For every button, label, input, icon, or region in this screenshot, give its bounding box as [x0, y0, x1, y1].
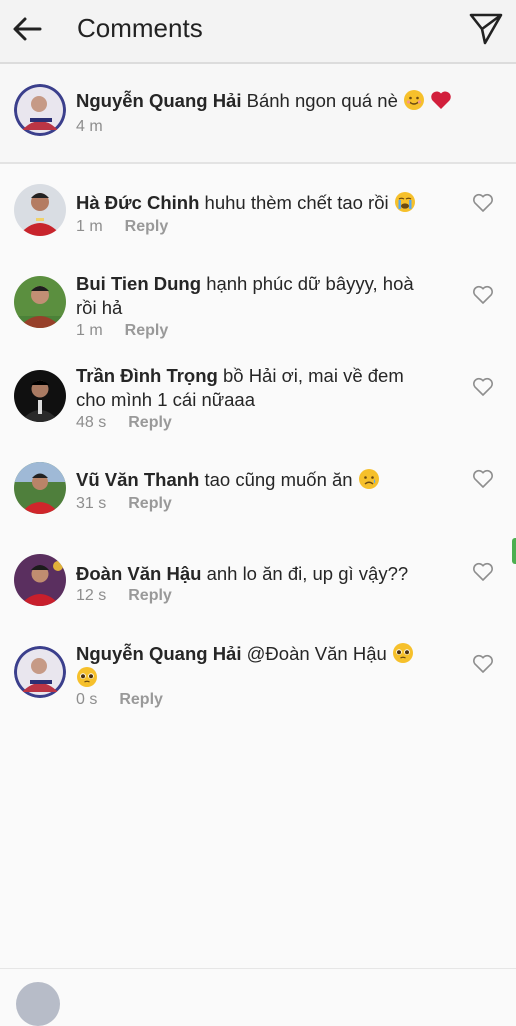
comment-time: 1 m: [76, 218, 103, 235]
smiling-face-emoji-icon: [404, 90, 425, 110]
comment-body: anh lo ăn đi, up gì vậy??: [206, 563, 409, 584]
caption-section: Nguyễn Quang Hải Bánh ngon quá nè 4 m: [0, 64, 516, 164]
comment-username[interactable]: Đoàn Văn Hậu: [76, 563, 201, 584]
back-arrow-icon[interactable]: [10, 12, 44, 46]
comment-text: Nguyễn Quang Hải @Đoàn Văn Hậu: [76, 642, 456, 690]
avatar[interactable]: [14, 276, 66, 328]
heart-outline-icon[interactable]: [472, 469, 494, 489]
avatar[interactable]: [14, 554, 66, 606]
comment-body: hạnh phúc dữ bâyyy, hoà: [206, 273, 414, 294]
caption-text: Nguyễn Quang Hải Bánh ngon quá nè: [76, 89, 452, 113]
reply-button[interactable]: Reply: [125, 322, 169, 339]
caption-time: 4 m: [76, 118, 103, 135]
paper-plane-icon[interactable]: [468, 10, 504, 46]
reply-button[interactable]: Reply: [128, 414, 172, 431]
comment-meta: 12 s Reply: [76, 587, 172, 605]
comment-text: Vũ Văn Thanh tao cũng muốn ăn: [76, 468, 456, 492]
comment-username[interactable]: Vũ Văn Thanh: [76, 469, 199, 490]
comment-time: 1 m: [76, 322, 103, 339]
red-heart-emoji-icon: [431, 91, 451, 109]
heart-outline-icon[interactable]: [472, 377, 494, 397]
comment-body: tao cũng muốn ăn: [204, 469, 353, 490]
comment-text: Đoàn Văn Hậu anh lo ăn đi, up gì vậy??: [76, 562, 456, 586]
comment-text: Bui Tien Dung hạnh phúc dữ bâyyy, hoà rồ…: [76, 272, 456, 320]
comment-meta: 31 s Reply: [76, 495, 172, 513]
comment-text: Hà Đức Chinh huhu thèm chết tao rồi: [76, 191, 456, 215]
comment-username[interactable]: Trần Đình Trọng: [76, 365, 218, 386]
avatar[interactable]: [14, 462, 66, 514]
avatar[interactable]: [14, 646, 66, 698]
comment-body: huhu thèm chết tao rồi: [204, 192, 389, 213]
reply-button[interactable]: Reply: [128, 495, 172, 512]
comment-username[interactable]: Hà Đức Chinh: [76, 192, 199, 213]
reply-button[interactable]: Reply: [119, 691, 163, 708]
page-title: Comments: [77, 13, 203, 43]
comment-username[interactable]: Nguyễn Quang Hải: [76, 643, 242, 664]
comment-time: 48 s: [76, 414, 107, 431]
heart-outline-icon[interactable]: [472, 562, 494, 582]
comment-meta: 0 s Reply: [76, 691, 163, 709]
heart-outline-icon[interactable]: [472, 285, 494, 305]
caption-username[interactable]: Nguyễn Quang Hải: [76, 90, 242, 111]
comment-body-line2: rồi hả: [76, 297, 123, 318]
reply-button[interactable]: Reply: [128, 587, 172, 604]
comment-time: 0 s: [76, 691, 98, 708]
comment-body-line2: cho mình 1 cái nữaaa: [76, 389, 255, 410]
heart-outline-icon[interactable]: [472, 193, 494, 213]
comment-text: Trần Đình Trọng bồ Hải ơi, mai về đem ch…: [76, 364, 456, 412]
sad-face-emoji-icon: [358, 469, 379, 489]
comment-meta: 48 s Reply: [76, 414, 172, 432]
avatar[interactable]: [14, 370, 66, 422]
reply-button[interactable]: Reply: [125, 218, 169, 235]
avatar[interactable]: [14, 84, 66, 136]
edge-indicator: [512, 538, 516, 564]
top-bar: Comments: [0, 0, 516, 64]
heart-outline-icon[interactable]: [472, 654, 494, 674]
comment-meta: 1 m Reply: [76, 218, 168, 236]
comment-body: bồ Hải ơi, mai về đem: [222, 365, 404, 386]
avatar[interactable]: [14, 184, 66, 236]
comment-time: 12 s: [76, 587, 107, 604]
crying-face-emoji-icon: [394, 192, 415, 212]
comment-body: @Đoàn Văn Hậu: [246, 643, 387, 664]
comment-time: 31 s: [76, 495, 107, 512]
comment-username[interactable]: Bui Tien Dung: [76, 273, 201, 294]
pleading-face-emoji-icon: [77, 667, 97, 687]
caption-body: Bánh ngon quá nè: [246, 90, 398, 111]
pleading-face-emoji-icon: [392, 643, 413, 663]
comment-meta: 1 m Reply: [76, 322, 168, 340]
composer-divider: [0, 968, 516, 969]
composer-avatar: [16, 982, 60, 1026]
